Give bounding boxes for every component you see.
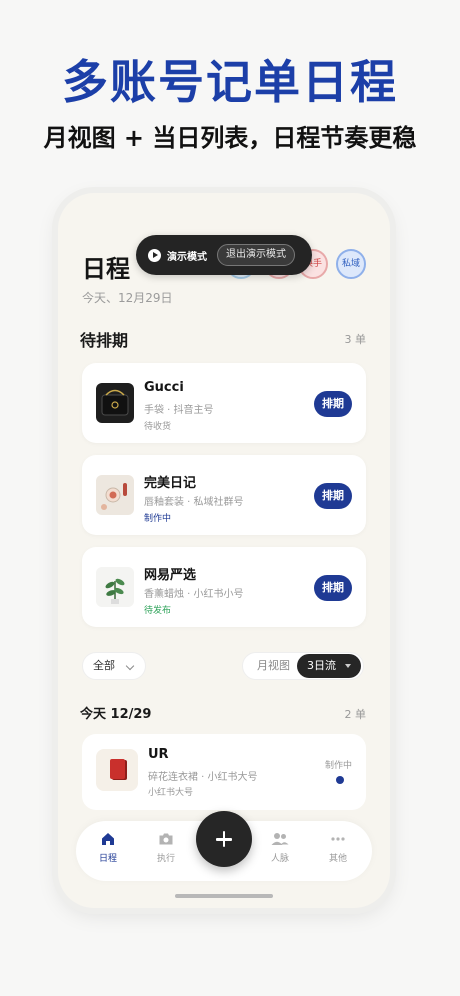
caret-down-icon (345, 664, 351, 668)
schedule-button[interactable]: 排期 (314, 575, 352, 601)
hero-subtitle: 月视图 + 当日列表，日程节奏更稳 (43, 124, 417, 152)
demo-mode-banner: 演示模式 退出演示模式 (136, 235, 312, 275)
tab-more[interactable]: 其他 (318, 831, 358, 864)
cosmetics-thumbnail (96, 475, 134, 515)
plant-thumbnail (96, 567, 134, 607)
account-avatar-4[interactable]: 私域 (336, 249, 366, 279)
camera-icon (159, 833, 173, 845)
hero-title: 多账号记单日程 (62, 55, 398, 109)
play-icon (148, 248, 161, 262)
phone-screen: 日程 今天、12月29日 换手 私域 演示模式 退出演示模式 待排期 3 单 G… (58, 193, 390, 908)
book-icon (110, 759, 125, 779)
date-label: 今天、12月29日 (82, 291, 173, 305)
tab-execute-label: 执行 (156, 854, 175, 864)
home-indicator (175, 894, 273, 898)
today-item-card[interactable]: UR 碎花连衣裙 · 小红书大号 小红书大号 制作中 (82, 734, 366, 810)
pending-card-status: 待收货 (144, 422, 172, 432)
today-item-status: 制作中 (324, 761, 352, 771)
three-day-label: 3日流 (307, 659, 336, 672)
handbag-thumbnail (96, 383, 134, 423)
month-view-tab[interactable]: 月视图 (257, 653, 290, 679)
status-dot (336, 776, 344, 784)
people-icon (271, 833, 289, 845)
pending-card-name: 网易严选 (144, 568, 197, 583)
page-title: 日程 (82, 255, 130, 283)
tab-more-label: 其他 (328, 854, 347, 864)
pending-card[interactable]: Gucci 手袋 · 抖音主号 待收货 排期 (82, 363, 366, 443)
pending-card-name: 完美日记 (144, 476, 197, 491)
tab-schedule[interactable]: 日程 (88, 831, 128, 864)
pending-card-name: Gucci (144, 380, 184, 395)
today-count: 2 单 (344, 708, 367, 721)
add-button[interactable] (196, 811, 252, 867)
tab-schedule-label: 日程 (98, 854, 117, 864)
tab-execute[interactable]: 执行 (146, 831, 186, 864)
today-item-meta: 碎花连衣裙 · 小红书大号 (148, 772, 258, 783)
pending-count: 3 单 (344, 333, 367, 346)
pending-card-meta: 唇釉套装 · 私域社群号 (144, 497, 244, 508)
exit-demo-button[interactable]: 退出演示模式 (217, 244, 295, 266)
pending-card[interactable]: 完美日记 唇釉套装 · 私域社群号 制作中 排期 (82, 455, 366, 535)
today-item-name: UR (148, 747, 169, 762)
home-icon (102, 833, 114, 845)
today-section-title: 今天 12/29 (80, 707, 152, 722)
book-thumbnail (96, 749, 138, 791)
view-toggle: 月视图 3日流 (242, 652, 364, 680)
demo-mode-label: 演示模式 (167, 251, 207, 263)
tab-contacts[interactable]: 人脉 (260, 831, 300, 864)
filter-all-label: 全部 (93, 659, 115, 672)
pending-card-meta: 香薰蜡烛 · 小红书小号 (144, 589, 244, 600)
filter-all-dropdown[interactable]: 全部 (82, 652, 146, 680)
today-item-account: 小红书大号 (148, 788, 194, 798)
pending-card-status: 待发布 (144, 606, 172, 616)
pending-card[interactable]: 网易严选 香薰蜡烛 · 小红书小号 待发布 排期 (82, 547, 366, 627)
pending-section-title: 待排期 (80, 331, 129, 350)
pending-card-status: 制作中 (144, 514, 172, 524)
pending-card-meta: 手袋 · 抖音主号 (144, 405, 214, 416)
schedule-button[interactable]: 排期 (314, 391, 352, 417)
more-icon (331, 837, 345, 841)
tab-contacts-label: 人脉 (270, 854, 289, 864)
chevron-down-icon (125, 661, 135, 671)
three-day-view-tab[interactable]: 3日流 (297, 654, 361, 678)
schedule-button[interactable]: 排期 (314, 483, 352, 509)
